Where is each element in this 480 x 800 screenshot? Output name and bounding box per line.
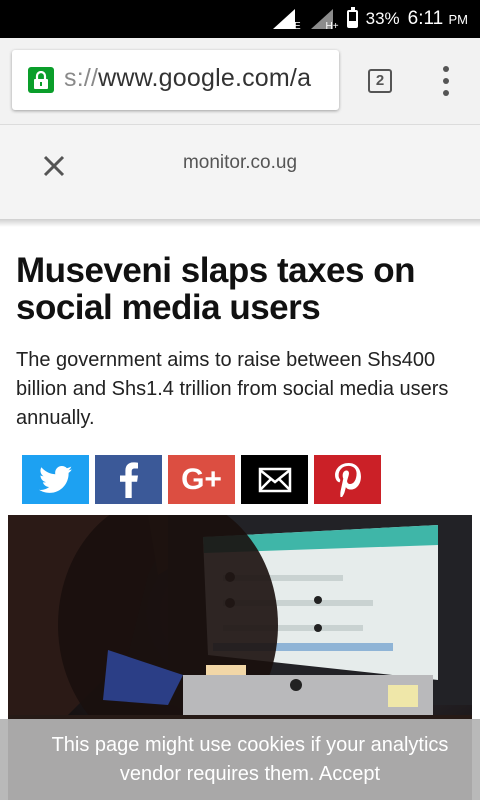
url-host: www.google.com/a [98,64,312,92]
browser-toolbar: s://www.google.com/a [0,38,480,125]
overflow-menu-icon[interactable] [436,66,456,96]
article-headline: Museveni slaps taxes on social media use… [16,251,415,327]
twitter-share-button[interactable] [22,455,89,504]
clock-time: 6:11 [407,8,444,29]
gplus-share-button[interactable]: G+ [168,455,235,504]
signal-icon-secondary: H+ [310,9,339,32]
battery-level [348,21,356,26]
battery-icon [346,7,358,28]
gplus-icon: G+ [181,462,222,496]
divider [0,219,480,227]
clock-ampm: PM [448,12,469,27]
cookie-banner-text[interactable]: This page might use cookies if your anal… [20,731,480,789]
site-header-bar: monitor.co.ug [0,125,480,220]
tab-switcher-icon[interactable]: 2 [368,69,392,93]
signal-icon: E [272,9,301,32]
facebook-share-button[interactable] [95,455,162,504]
article-summary: The government aims to raise between Shs… [16,349,449,429]
cookie-banner[interactable]: This page might use cookies if your anal… [0,719,480,800]
url-scheme: s:// [64,64,99,92]
share-buttons: G+ [22,455,381,504]
lock-icon[interactable] [28,67,54,93]
network-type-label-2: H+ [325,21,339,32]
facebook-icon [119,461,138,498]
battery-percent: 33% [365,9,400,28]
twitter-icon [38,465,72,493]
network-type-label: E [293,21,301,32]
email-icon [258,467,291,492]
clock: 6:11 PM [408,8,468,30]
url-text[interactable]: s://www.google.com/a [64,64,311,93]
site-domain: monitor.co.ug [182,152,298,173]
pinterest-share-button[interactable] [314,455,381,504]
pinterest-icon [334,462,361,497]
url-bar[interactable]: s://www.google.com/a [12,50,339,110]
status-bar: E H+ 33% 6:11 PM [0,0,480,38]
email-share-button[interactable] [241,455,308,504]
